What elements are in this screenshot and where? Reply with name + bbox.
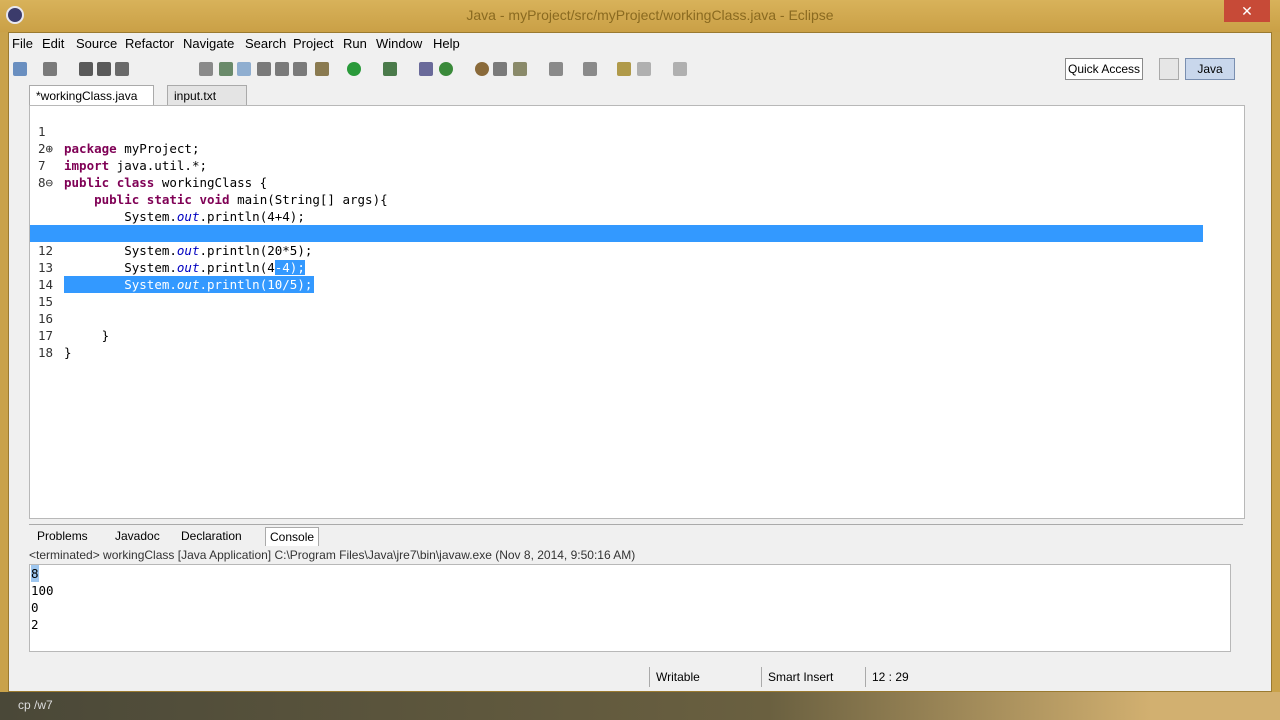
code-line-8: 8⊖ public static void main(String[] args… (30, 157, 1210, 207)
back-icon[interactable] (637, 62, 651, 76)
new-icon[interactable] (13, 62, 27, 76)
window-titlebar: Java - myProject/src/myProject/workingCl… (0, 0, 1280, 32)
console-tab-bar: Problems Javadoc Declaration Console (29, 524, 1243, 547)
tab-declaration[interactable]: Declaration (177, 527, 246, 545)
code-line-10: System.out.println(4+4); (30, 191, 1210, 224)
mark-occurrences-icon[interactable] (219, 62, 233, 76)
show-whitespace-icon[interactable] (275, 62, 289, 76)
menu-run[interactable]: Run (343, 36, 367, 51)
code-line-7: 7 public class workingClass { (30, 140, 1210, 190)
tab-javadoc[interactable]: Javadoc (111, 527, 164, 545)
tab-label: *workingClass.java (36, 89, 138, 103)
annotation-prev-icon[interactable] (583, 62, 597, 76)
code-line-15: 15 (30, 276, 1210, 309)
show-source-icon[interactable] (293, 62, 307, 76)
highlight-icon[interactable] (237, 62, 251, 76)
new-class-icon[interactable] (475, 62, 489, 76)
open-icon[interactable] (43, 62, 57, 76)
menu-edit[interactable]: Edit (42, 36, 64, 51)
line-number: 18 (38, 345, 54, 360)
menu-help[interactable]: Help (433, 36, 460, 51)
menu-file[interactable]: File (12, 36, 33, 51)
taskbar: cp /w7 (0, 692, 1280, 720)
code-line-13: 13 System.out.println(10/5); (30, 242, 1210, 293)
save-all-icon[interactable] (97, 62, 111, 76)
window-title: Java - myProject/src/myProject/workingCl… (466, 7, 834, 23)
code-line-18: 18 (30, 327, 1210, 360)
window-close-button[interactable]: ✕ (1224, 0, 1270, 22)
menu-project[interactable]: Project (293, 36, 333, 51)
run-icon[interactable] (347, 62, 361, 76)
cursor-position: 12 : 29 (865, 667, 952, 687)
new-package-icon[interactable] (439, 62, 453, 76)
menu-window[interactable]: Window (376, 36, 422, 51)
code-editor[interactable]: 1 package myProject; 2⊕ import java.util… (29, 105, 1245, 519)
tab-label: input.txt (174, 89, 217, 103)
tab-problems[interactable]: Problems (33, 527, 92, 545)
menu-source[interactable]: Source (76, 36, 117, 51)
debug-icon[interactable] (315, 62, 329, 76)
output-line: 2 (31, 617, 39, 632)
annotation-next-icon[interactable] (549, 62, 563, 76)
new-java-project-icon[interactable] (419, 62, 433, 76)
code-line-16: 16 } (30, 293, 1210, 343)
output-line: 8 (31, 565, 39, 582)
open-type-icon[interactable] (493, 62, 507, 76)
last-edit-icon[interactable] (617, 62, 631, 76)
menu-navigate[interactable]: Navigate (183, 36, 234, 51)
tab-input-txt[interactable]: input.txt (167, 85, 247, 105)
code-line-2: 2⊕ import java.util.*; (30, 123, 1210, 173)
insert-mode-status: Smart Insert (761, 667, 858, 687)
console-output[interactable]: 8 100 0 2 (29, 564, 1231, 652)
code-line-12: 12 System.out.println(4-4); (30, 225, 1203, 275)
editor-tab-bar: *workingClass.java ✕ input.txt (29, 85, 1249, 123)
eclipse-window: File Edit Source Refactor Navigate Searc… (8, 32, 1272, 692)
block-selection-icon[interactable] (257, 62, 271, 76)
taskbar-label: cp /w7 (18, 698, 53, 712)
output-line: 0 (31, 600, 39, 615)
console-description: <terminated> workingClass [Java Applicat… (29, 547, 1243, 564)
tab-console[interactable]: Console (265, 527, 320, 546)
code-line-17: 17 } (30, 310, 1210, 360)
toggle-icon[interactable] (199, 62, 213, 76)
writable-status: Writable (649, 667, 756, 687)
print-icon[interactable] (115, 62, 129, 76)
forward-icon[interactable] (673, 62, 687, 76)
save-icon[interactable] (79, 62, 93, 76)
java-perspective-button[interactable]: Java (1185, 58, 1235, 80)
quick-access-field[interactable]: Quick Access (1065, 58, 1143, 80)
code-line-11: 11 System.out.println(20*5); (30, 208, 1210, 258)
code-line-14: 14 (30, 259, 1210, 292)
eclipse-icon (6, 6, 24, 24)
output-line: 100 (31, 583, 54, 598)
editor-vertical-scrollbar[interactable] (1242, 106, 1258, 501)
status-bar: Writable Smart Insert 12 : 29 (9, 665, 1271, 689)
code-line-1: 1 package myProject; (30, 106, 1210, 156)
tab-working-class[interactable]: *workingClass.java ✕ (29, 85, 154, 123)
search-icon[interactable] (513, 62, 527, 76)
menu-bar: File Edit Source Refactor Navigate Searc… (9, 33, 1271, 55)
menu-search[interactable]: Search (245, 36, 286, 51)
menu-refactor[interactable]: Refactor (125, 36, 174, 51)
open-perspective-icon[interactable] (1159, 58, 1179, 80)
coverage-icon[interactable] (383, 62, 397, 76)
